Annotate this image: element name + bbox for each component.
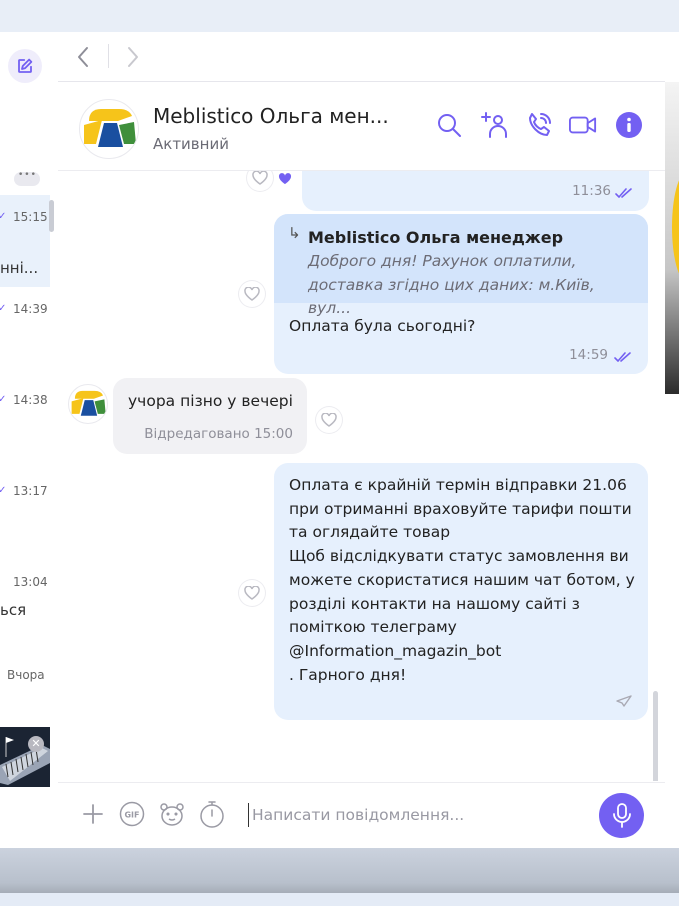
nav-separator <box>108 44 109 68</box>
message-line: . Гарного дня! <box>289 665 407 684</box>
voice-message-button[interactable] <box>599 793 644 838</box>
read-check-icon: ✓ <box>0 394 6 405</box>
message-line: розділі контакти на нашому сайті з <box>289 594 580 613</box>
chat-thumbnail-image[interactable] <box>0 727 50 787</box>
mic-icon <box>612 802 631 828</box>
chat-time: 15:15 <box>13 210 48 224</box>
more-options-button[interactable] <box>14 170 40 186</box>
read-check-icon: ✓ <box>0 485 6 496</box>
contact-info-panel <box>665 32 679 848</box>
like-button[interactable] <box>239 580 265 606</box>
chat-snippet: ься <box>0 601 58 619</box>
liked-heart-icon <box>278 173 292 185</box>
chevron-right-icon[interactable] <box>126 46 140 68</box>
plus-icon <box>83 804 103 824</box>
heart-icon <box>321 413 337 427</box>
desktop-top-bar <box>0 0 679 32</box>
messenger-window: ✓ 15:15 нні... ✓ 14:39 ✓ 14:38 ✓ 13:17 1… <box>0 32 679 849</box>
message-text: Оплата є крайній термін відправки 21.06 … <box>289 474 639 687</box>
sticker-button[interactable] <box>159 801 185 827</box>
outgoing-message[interactable]: 11:36 <box>302 171 649 211</box>
heart-icon <box>244 586 260 600</box>
video-icon <box>569 116 597 134</box>
text-cursor <box>248 803 249 827</box>
navigation-bar <box>58 32 665 82</box>
message-line: та оглядайте товар <box>289 523 451 542</box>
sending-status-icon <box>616 695 632 707</box>
like-button[interactable] <box>247 171 273 191</box>
message-line: можете скористатися нашим чат ботом, у <box>289 570 635 589</box>
chat-snippet: нні... <box>0 259 58 277</box>
taskbar <box>0 893 679 906</box>
reply-quote[interactable]: ↳ Meblistico Ольга менеджер Доброго дня!… <box>274 214 648 317</box>
message-time: 11:36 <box>572 183 611 199</box>
search-icon <box>438 114 461 137</box>
gif-icon: GIF <box>119 801 145 827</box>
reply-author: Meblistico Ольга менеджер <box>308 228 564 247</box>
phone-icon <box>529 113 551 136</box>
message-line: Оплата є крайній термін відправки 21.06 <box>289 476 627 494</box>
contact-avatar[interactable] <box>79 99 139 159</box>
message-list-scrollbar[interactable] <box>653 691 658 781</box>
message-line: @Information_magazin_bot <box>289 641 502 660</box>
message-line: поміткою телеграму <box>289 618 457 637</box>
read-ticks-icon <box>614 352 631 362</box>
chat-time: 13:04 <box>13 575 48 589</box>
video-call-button[interactable] <box>569 111 597 139</box>
outgoing-message[interactable]: Оплата є крайній термін відправки 21.06 … <box>274 463 648 720</box>
sender-avatar[interactable] <box>68 384 108 424</box>
reply-snippet: Доброго дня! Рахунок оплатили, доставка … <box>308 252 595 317</box>
message-text: учора пізно у вечері <box>128 392 293 410</box>
compose-icon <box>18 58 33 73</box>
incoming-message[interactable]: учора пізно у вечері Відредаговано 15:00 <box>113 378 307 454</box>
compose-button[interactable] <box>8 49 42 83</box>
add-participant-button[interactable] <box>480 111 508 139</box>
chat-date: Вчора <box>7 668 45 682</box>
add-participant-icon <box>481 112 507 138</box>
svg-text:GIF: GIF <box>124 811 139 820</box>
chat-header: Meblistico Ольга мен... Активний <box>58 82 665 171</box>
chat-snippet-text: нні... <box>0 259 39 277</box>
message-input[interactable] <box>252 803 582 827</box>
chat-time: 13:17 <box>13 484 48 498</box>
message-line: при отриманні враховуйте тарифи пошти <box>289 499 632 518</box>
attach-button[interactable] <box>80 801 106 827</box>
chat-list-panel: ✓ 15:15 нні... ✓ 14:39 ✓ 14:38 ✓ 13:17 1… <box>0 32 59 848</box>
like-button[interactable] <box>239 281 265 307</box>
info-button[interactable] <box>615 111 643 139</box>
chat-time: 14:39 <box>13 302 48 316</box>
info-icon <box>616 112 642 138</box>
read-check-icon: ✓ <box>0 211 6 222</box>
close-thumbnail-icon[interactable]: ✕ <box>28 736 44 752</box>
timer-icon <box>200 801 224 828</box>
message-line: Щоб відслідкувати статус замовлення ви <box>289 547 629 566</box>
message-text: Оплата була сьогодні? <box>289 317 476 335</box>
heart-icon <box>244 287 260 301</box>
chat-list-scrollbar[interactable] <box>49 200 54 232</box>
read-ticks-icon <box>615 188 632 198</box>
outgoing-reply-message[interactable]: ↳ Meblistico Ольга менеджер Доброго дня!… <box>274 214 648 374</box>
heart-icon <box>252 171 268 185</box>
contact-status: Активний <box>153 135 229 153</box>
search-button[interactable] <box>435 111 463 139</box>
sticker-icon <box>160 803 184 826</box>
composer-bar: GIF <box>58 782 665 849</box>
chat-main: Meblistico Ольга мен... Активний 11:36 ↳… <box>58 32 665 849</box>
like-button[interactable] <box>316 407 342 433</box>
message-time: 14:59 <box>569 347 608 363</box>
gif-button[interactable]: GIF <box>119 801 145 827</box>
chat-time: 14:38 <box>13 393 48 407</box>
edited-label: Відредаговано 15:00 <box>144 426 293 442</box>
call-button[interactable] <box>525 111 553 139</box>
chat-snippet-text: ься <box>0 601 27 619</box>
chevron-left-icon[interactable] <box>76 46 90 68</box>
read-check-icon: ✓ <box>0 303 6 314</box>
reply-arrow-icon: ↳ <box>288 224 301 242</box>
contact-name[interactable]: Meblistico Ольга мен... <box>153 104 389 128</box>
message-list: 11:36 ↳ Meblistico Ольга менеджер Доброг… <box>58 171 665 781</box>
timer-button[interactable] <box>199 801 225 828</box>
